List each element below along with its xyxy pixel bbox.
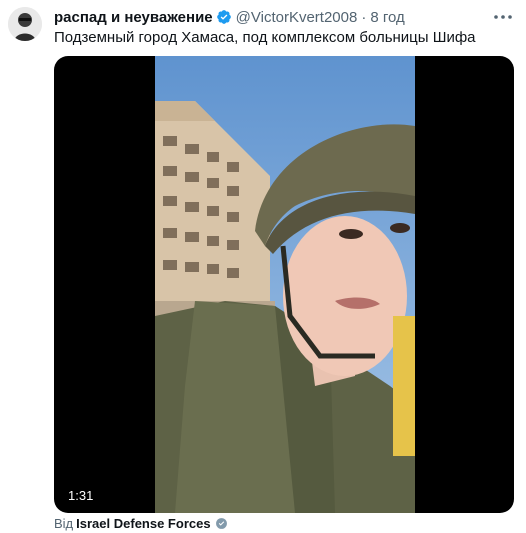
video-player[interactable]: 1:31	[54, 56, 514, 513]
verified-badge-icon	[216, 9, 232, 25]
tweet-header: распад и неуважение @VictorKvert2008 · 8…	[54, 7, 486, 27]
tweet-text: Подземный город Хамаса, под комплексом б…	[54, 29, 476, 46]
more-horizontal-icon	[494, 15, 512, 19]
user-handle[interactable]: @VictorKvert2008	[236, 9, 358, 26]
more-options-button[interactable]	[492, 8, 514, 26]
video-duration: 1:31	[62, 486, 100, 505]
tweet-card[interactable]: распад и неуважение @VictorKvert2008 · 8…	[0, 0, 526, 531]
video-thumbnail[interactable]	[155, 56, 415, 513]
avatar-image	[8, 7, 42, 41]
government-badge-icon	[215, 517, 228, 530]
separator-dot: ·	[361, 8, 367, 26]
video-frame-image	[155, 56, 415, 513]
tweet-timestamp[interactable]: 8 год	[370, 9, 404, 26]
avatar[interactable]	[8, 7, 42, 41]
display-name[interactable]: распад и неуважение	[54, 9, 213, 26]
